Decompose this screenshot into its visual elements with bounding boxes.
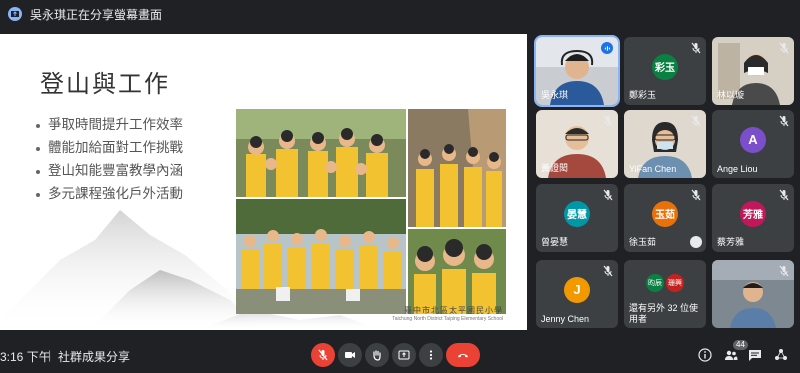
- overflow-avatars: 昀辰 珊興: [646, 274, 684, 292]
- participant-tile[interactable]: 彩玉鄭彩玉: [624, 37, 706, 105]
- slide-bullet: 爭取時間提升工作效率: [36, 114, 183, 137]
- mic-off-icon: [602, 264, 614, 277]
- participant-name: YiFan Chen: [629, 164, 677, 174]
- participant-tile[interactable]: [712, 260, 794, 328]
- slide-title: 登山與工作: [40, 70, 170, 98]
- presenting-text: 吳永琪正在分享螢幕畫面: [30, 7, 163, 22]
- activities-icon[interactable]: [774, 348, 788, 362]
- participant-name: 林以璇: [717, 90, 745, 100]
- mic-off-icon: [318, 349, 328, 361]
- participant-name: Jenny Chen: [541, 314, 590, 324]
- chat-icon[interactable]: [748, 348, 762, 362]
- participant-tile[interactable]: 吳永琪: [534, 35, 620, 107]
- mic-off-icon: [690, 41, 702, 54]
- mic-off-icon: [602, 188, 614, 201]
- group-photo-2: [408, 109, 506, 227]
- participant-name: 徐玉茹: [629, 237, 657, 247]
- mic-off-icon: [690, 188, 702, 201]
- school-name-zh: 臺中市北區太平國民小學: [404, 306, 503, 315]
- bullet-text: 體能加給面對工作挑戰: [48, 140, 183, 156]
- mic-off-icon: [602, 114, 614, 127]
- participant-tile[interactable]: 黃證閎: [536, 110, 618, 178]
- slide-bullet: 多元課程強化戶外活動: [36, 183, 183, 206]
- speaking-indicator-icon: [601, 42, 613, 54]
- participant-name: 吳永琪: [541, 90, 569, 100]
- bullet-dot: [36, 192, 40, 197]
- group-photo-3: [236, 199, 406, 314]
- avatar: J: [564, 276, 590, 303]
- participant-name: 黃證閎: [541, 163, 569, 173]
- avatar: 晏慧: [564, 200, 590, 227]
- mini-avatar: 昀辰: [646, 274, 664, 292]
- meeting-time: 3:16 下午: [0, 350, 51, 364]
- participant-name: 鄭彩玉: [629, 90, 657, 100]
- raise-hand-button[interactable]: [365, 343, 389, 367]
- school-caption: 臺中市北區太平國民小學 Taichung North District Taip…: [392, 305, 503, 322]
- bullet-dot: [36, 169, 40, 174]
- participant-count-badge: 44: [733, 340, 748, 350]
- mini-avatar: 珊興: [666, 274, 684, 292]
- present-icon: [8, 7, 22, 21]
- mic-off-icon: [778, 41, 790, 54]
- avatar: 玉茹: [652, 200, 678, 227]
- participant-tile[interactable]: 林以璇: [712, 37, 794, 105]
- bullet-dot: [36, 123, 40, 128]
- bullet-text: 爭取時間提升工作效率: [48, 117, 183, 133]
- avatar: 彩玉: [652, 53, 678, 80]
- bullet-text: 多元課程強化戶外活動: [48, 186, 183, 202]
- group-photo-1: [236, 109, 406, 197]
- mic-off-icon: [690, 114, 702, 127]
- participant-tile[interactable]: 晏慧曾晏慧: [536, 184, 618, 252]
- presenting-banner: 吳永琪正在分享螢幕畫面: [0, 0, 800, 28]
- hand-raised-icon: [690, 236, 702, 248]
- mic-off-icon: [778, 114, 790, 127]
- participant-tile[interactable]: J Jenny Chen: [536, 260, 618, 328]
- slide-bullet: 登山知能豐富教學內涵: [36, 160, 183, 183]
- people-icon[interactable]: [724, 348, 738, 362]
- bullet-dot: [36, 146, 40, 151]
- meeting-name: 社群成果分享: [58, 350, 131, 364]
- participant-tile[interactable]: 昀辰 珊興還有另外 32 位使用者: [624, 260, 706, 328]
- raise-hand-icon: [373, 350, 381, 361]
- participant-name: 曾晏慧: [541, 237, 569, 247]
- slide-bullet: 體能加給面對工作挑戰: [36, 137, 183, 160]
- group-photo-4: [408, 229, 506, 314]
- participant-name: 還有另外 32 位使用者: [629, 303, 699, 324]
- mic-toggle-button[interactable]: [311, 343, 335, 367]
- bullet-text: 登山知能豐富教學內涵: [48, 163, 183, 179]
- more-options-button[interactable]: [419, 343, 443, 367]
- participant-name: 蔡芳雅: [717, 237, 745, 247]
- more-icon: [429, 350, 433, 360]
- bottom-control-bar: 3:16 下午 | 社群成果分享 44: [0, 338, 800, 373]
- participant-tile[interactable]: YiFan Chen: [624, 110, 706, 178]
- participant-name: Ange Liou: [717, 164, 758, 174]
- camera-toggle-button[interactable]: [338, 343, 362, 367]
- participant-tile[interactable]: 玉茹徐玉茹: [624, 184, 706, 252]
- leave-call-button[interactable]: [446, 343, 480, 367]
- avatar: A: [740, 126, 766, 153]
- participant-tile[interactable]: 芳雅蔡芳雅: [712, 184, 794, 252]
- present-screen-icon: [398, 350, 410, 360]
- school-name-en: Taichung North District Taiping Elementa…: [392, 316, 503, 322]
- mic-off-icon: [778, 188, 790, 201]
- group-photo-collage: [236, 109, 506, 314]
- mic-off-icon: [778, 264, 790, 277]
- shared-screen-slide: 登山與工作 爭取時間提升工作效率 體能加給面對工作挑戰 登山知能豐富教學內涵 多…: [0, 34, 527, 330]
- avatar: 芳雅: [740, 200, 766, 227]
- participant-tile[interactable]: A Ange Liou: [712, 110, 794, 178]
- present-now-button[interactable]: [392, 343, 416, 367]
- hangup-icon: [458, 354, 468, 358]
- slide-bullet-list: 爭取時間提升工作效率 體能加給面對工作挑戰 登山知能豐富教學內涵 多元課程強化戶…: [36, 114, 183, 206]
- info-icon[interactable]: [698, 348, 712, 362]
- time-separator: |: [48, 348, 52, 362]
- camera-icon: [345, 352, 355, 358]
